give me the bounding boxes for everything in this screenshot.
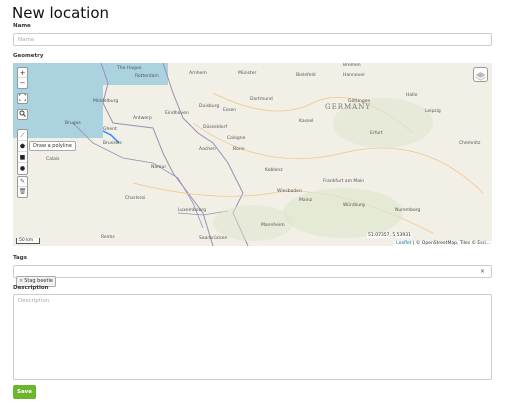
- city-label: Namur: [151, 165, 167, 170]
- attribution-text: | © OpenStreetMap, Tiles © Esri...: [411, 241, 490, 246]
- marker-icon: ●: [19, 165, 26, 172]
- map-features: [72, 63, 484, 246]
- city-label: Halle: [406, 93, 418, 98]
- description-label: Description: [13, 285, 49, 291]
- city-label: Wiesbaden: [277, 189, 302, 194]
- tags-label: Tags: [13, 255, 27, 261]
- zoom-control: + −: [17, 67, 28, 89]
- fullscreen-button[interactable]: [17, 93, 28, 104]
- zoom-in-button[interactable]: +: [18, 68, 27, 78]
- geometry-label: Geometry: [13, 53, 44, 59]
- city-label: Frankfurt am Main: [323, 179, 365, 184]
- tag-remove-button[interactable]: ×: [19, 278, 23, 284]
- city-label: Ghent: [103, 127, 117, 132]
- city-label: Bruges: [65, 121, 81, 126]
- tag-label: Stag beetle: [24, 278, 53, 284]
- city-label: Bielefeld: [296, 73, 316, 78]
- fullscreen-icon: [18, 93, 27, 102]
- delete-layers-button[interactable]: 🗑: [18, 187, 27, 197]
- city-label: Essen: [223, 108, 237, 113]
- country-label: GERMANY: [325, 103, 371, 111]
- city-label: Düsseldorf: [203, 125, 228, 130]
- delete-icon: 🗑: [18, 188, 27, 195]
- search-button[interactable]: [17, 109, 28, 120]
- city-label: The Hague: [117, 66, 142, 71]
- draw-marker-button[interactable]: ●: [18, 163, 27, 174]
- map[interactable]: GERMANY The Hague Rotterdam Arnhem Münst…: [13, 63, 492, 246]
- city-label: Cologne: [227, 136, 246, 141]
- city-label: Nuremberg: [395, 208, 421, 213]
- search-icon: [19, 110, 26, 117]
- city-label: Charleroi: [125, 196, 146, 201]
- city-label: Eindhoven: [165, 111, 189, 116]
- map-attribution: Leaflet | © OpenStreetMap, Tiles © Esri.…: [394, 241, 492, 246]
- draw-tooltip: Draw a polyline: [29, 141, 76, 151]
- city-label: Mainz: [299, 198, 313, 203]
- city-label: Leipzig: [425, 109, 441, 114]
- name-input[interactable]: [13, 33, 492, 46]
- edit-layers-button[interactable]: ✎: [18, 177, 27, 187]
- city-label: Luxembourg: [178, 208, 207, 213]
- city-label: Mannheim: [261, 223, 285, 228]
- city-label: Erfurt: [370, 131, 383, 136]
- polygon-icon: ⬟: [19, 143, 26, 150]
- layers-button[interactable]: [473, 67, 488, 82]
- city-label: Münster: [238, 71, 257, 76]
- name-label: Name: [13, 23, 31, 29]
- map-coordinates: 51.07357, 5.53931: [367, 233, 412, 238]
- city-label: Chemnitz: [459, 141, 481, 146]
- city-label: Brussels: [103, 141, 122, 146]
- city-label: Reims: [101, 235, 115, 240]
- city-label: Saarbrücken: [199, 236, 228, 241]
- leaflet-link[interactable]: Leaflet: [396, 241, 411, 246]
- rectangle-icon: ■: [19, 154, 26, 161]
- city-label: Koblenz: [265, 168, 283, 173]
- city-label: Göttingen: [348, 99, 371, 104]
- layers-icon: [475, 72, 486, 81]
- clear-tags-button[interactable]: ×: [480, 268, 485, 275]
- description-textarea[interactable]: [13, 294, 492, 380]
- edit-icon: ✎: [19, 178, 26, 185]
- map-scale: 50 km: [16, 238, 41, 244]
- city-label: Dortmund: [250, 97, 273, 102]
- polyline-icon: ⟋: [20, 132, 25, 139]
- city-label: Würzburg: [343, 203, 365, 208]
- city-label: Bonn: [233, 147, 245, 152]
- city-label: Bremen: [343, 63, 361, 68]
- city-label: Hannover: [343, 73, 365, 78]
- draw-rectangle-button[interactable]: ■: [18, 152, 27, 163]
- tags-input[interactable]: ×Stag beetle ×: [13, 265, 492, 287]
- save-button[interactable]: Save: [13, 385, 36, 399]
- city-label: Aachen: [199, 147, 216, 152]
- city-label: Rotterdam: [135, 74, 159, 79]
- city-label: Calais: [46, 157, 60, 162]
- city-label: Duisburg: [199, 104, 220, 109]
- city-label: Arnhem: [189, 71, 207, 76]
- edit-toolbar: ✎ 🗑: [17, 176, 28, 198]
- zoom-out-button[interactable]: −: [18, 78, 27, 88]
- draw-polyline-button[interactable]: ⟋: [18, 130, 27, 141]
- draw-polygon-button[interactable]: ⬟: [18, 141, 27, 152]
- city-label: Middelburg: [93, 99, 119, 104]
- page-title: New location: [12, 4, 110, 22]
- draw-toolbar: ⟋ ⬟ ■ ●: [17, 129, 28, 175]
- city-label: Kassel: [299, 119, 314, 124]
- city-label: Antwerp: [133, 116, 152, 121]
